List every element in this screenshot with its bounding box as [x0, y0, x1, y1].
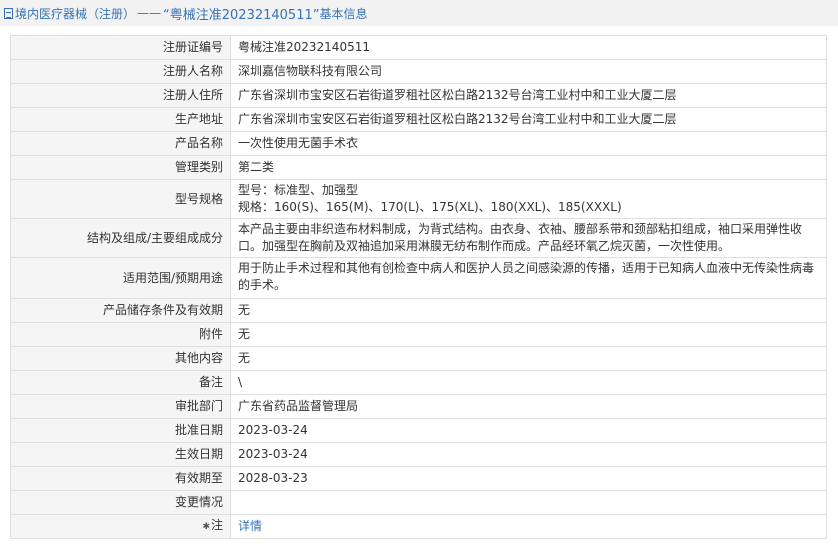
value-effective-date: 2023-03-24: [230, 442, 827, 467]
value-expiry-date: 2028-03-23: [230, 466, 827, 491]
label-other: 其他内容: [10, 346, 231, 371]
row-structure: 结构及组成/主要组成成分 本产品主要由非织造布材料制成，为背式结构。由衣身、衣袖…: [10, 218, 827, 258]
value-registrant-address: 广东省深圳市宝安区石岩街道罗租社区松白路2132号台湾工业村中和工业大厦二层: [230, 83, 827, 108]
value-structure: 本产品主要由非织造布材料制成，为背式结构。由衣身、衣袖、腰部系带和颈部粘扣组成，…: [230, 218, 827, 258]
label-approval-dept: 审批部门: [10, 394, 231, 419]
row-changes: 变更情况: [10, 490, 827, 515]
label-attachment: 附件: [10, 322, 231, 347]
note-label-text: 注: [210, 518, 223, 532]
spec-line: 规格：160(S)、165(M)、170(L)、175(XL)、180(XXL)…: [238, 200, 622, 214]
label-registrant-address: 注册人住所: [10, 83, 231, 108]
document-icon: [4, 7, 13, 19]
row-approval-date: 批准日期 2023-03-24: [10, 418, 827, 443]
value-management-category: 第二类: [230, 155, 827, 180]
row-attachment: 附件 无: [10, 322, 827, 347]
row-registrant-name: 注册人名称 深圳嘉信物联科技有限公司: [10, 59, 827, 84]
row-approval-dept: 审批部门 广东省药品监督管理局: [10, 394, 827, 419]
value-registrant-name: 深圳嘉信物联科技有限公司: [230, 59, 827, 84]
label-registrant-name: 注册人名称: [10, 59, 231, 84]
label-product-name: 产品名称: [10, 131, 231, 156]
row-product-name: 产品名称 一次性使用无菌手术衣: [10, 131, 827, 156]
row-remarks: 备注 \: [10, 370, 827, 395]
label-note: ✱注: [10, 514, 231, 539]
row-storage: 产品储存条件及有效期 无: [10, 298, 827, 323]
title-dash: ——: [137, 6, 162, 20]
label-expiry-date: 有效期至: [10, 466, 231, 491]
row-expiry-date: 有效期至 2028-03-23: [10, 466, 827, 491]
value-product-name: 一次性使用无菌手术衣: [230, 131, 827, 156]
value-changes: [230, 490, 827, 515]
label-approval-date: 批准日期: [10, 418, 231, 443]
label-model-spec: 型号规格: [10, 179, 231, 219]
value-model-spec: 型号：标准型、加强型 规格：160(S)、165(M)、170(L)、175(X…: [230, 179, 827, 219]
label-changes: 变更情况: [10, 490, 231, 515]
value-production-address: 广东省深圳市宝安区石岩街道罗租社区松白路2132号台湾工业村中和工业大厦二层: [230, 107, 827, 132]
label-storage: 产品储存条件及有效期: [10, 298, 231, 323]
star-icon: ✱: [202, 522, 210, 532]
row-registration-number: 注册证编号 粤械注准20232140511: [10, 35, 827, 60]
page-header: 境内医疗器械（注册） —— “粤械注准20232140511” 基本信息: [0, 0, 838, 26]
value-intended-use: 用于防止手术过程和其他有创检查中病人和医护人员之间感染源的传播，适用于已知病人血…: [230, 257, 827, 299]
details-link[interactable]: 详情: [238, 519, 262, 533]
label-production-address: 生产地址: [10, 107, 231, 132]
section-title: 境内医疗器械（注册）: [15, 6, 136, 21]
row-registrant-address: 注册人住所 广东省深圳市宝安区石岩街道罗租社区松白路2132号台湾工业村中和工业…: [10, 83, 827, 108]
value-note: 详情: [230, 514, 827, 539]
registration-title: “粤械注准20232140511”: [163, 7, 320, 23]
row-note: ✱注 详情: [10, 514, 827, 539]
value-registration-number: 粤械注准20232140511: [230, 35, 827, 60]
row-effective-date: 生效日期 2023-03-24: [10, 442, 827, 467]
row-other: 其他内容 无: [10, 346, 827, 371]
title-suffix: 基本信息: [319, 6, 368, 21]
label-structure: 结构及组成/主要组成成分: [10, 218, 231, 258]
label-intended-use: 适用范围/预期用途: [10, 257, 231, 299]
model-line: 型号：标准型、加强型: [238, 183, 359, 197]
value-other: 无: [230, 346, 827, 371]
detail-table: 注册证编号 粤械注准20232140511 注册人名称 深圳嘉信物联科技有限公司…: [10, 35, 827, 539]
row-model-spec: 型号规格 型号：标准型、加强型 规格：160(S)、165(M)、170(L)、…: [10, 179, 827, 219]
row-intended-use: 适用范围/预期用途 用于防止手术过程和其他有创检查中病人和医护人员之间感染源的传…: [10, 257, 827, 299]
value-attachment: 无: [230, 322, 827, 347]
label-registration-number: 注册证编号: [10, 35, 231, 60]
label-effective-date: 生效日期: [10, 442, 231, 467]
value-approval-date: 2023-03-24: [230, 418, 827, 443]
value-remarks: \: [230, 370, 827, 395]
row-production-address: 生产地址 广东省深圳市宝安区石岩街道罗租社区松白路2132号台湾工业村中和工业大…: [10, 107, 827, 132]
value-approval-dept: 广东省药品监督管理局: [230, 394, 827, 419]
label-management-category: 管理类别: [10, 155, 231, 180]
value-storage: 无: [230, 298, 827, 323]
row-management-category: 管理类别 第二类: [10, 155, 827, 180]
label-remarks: 备注: [10, 370, 231, 395]
